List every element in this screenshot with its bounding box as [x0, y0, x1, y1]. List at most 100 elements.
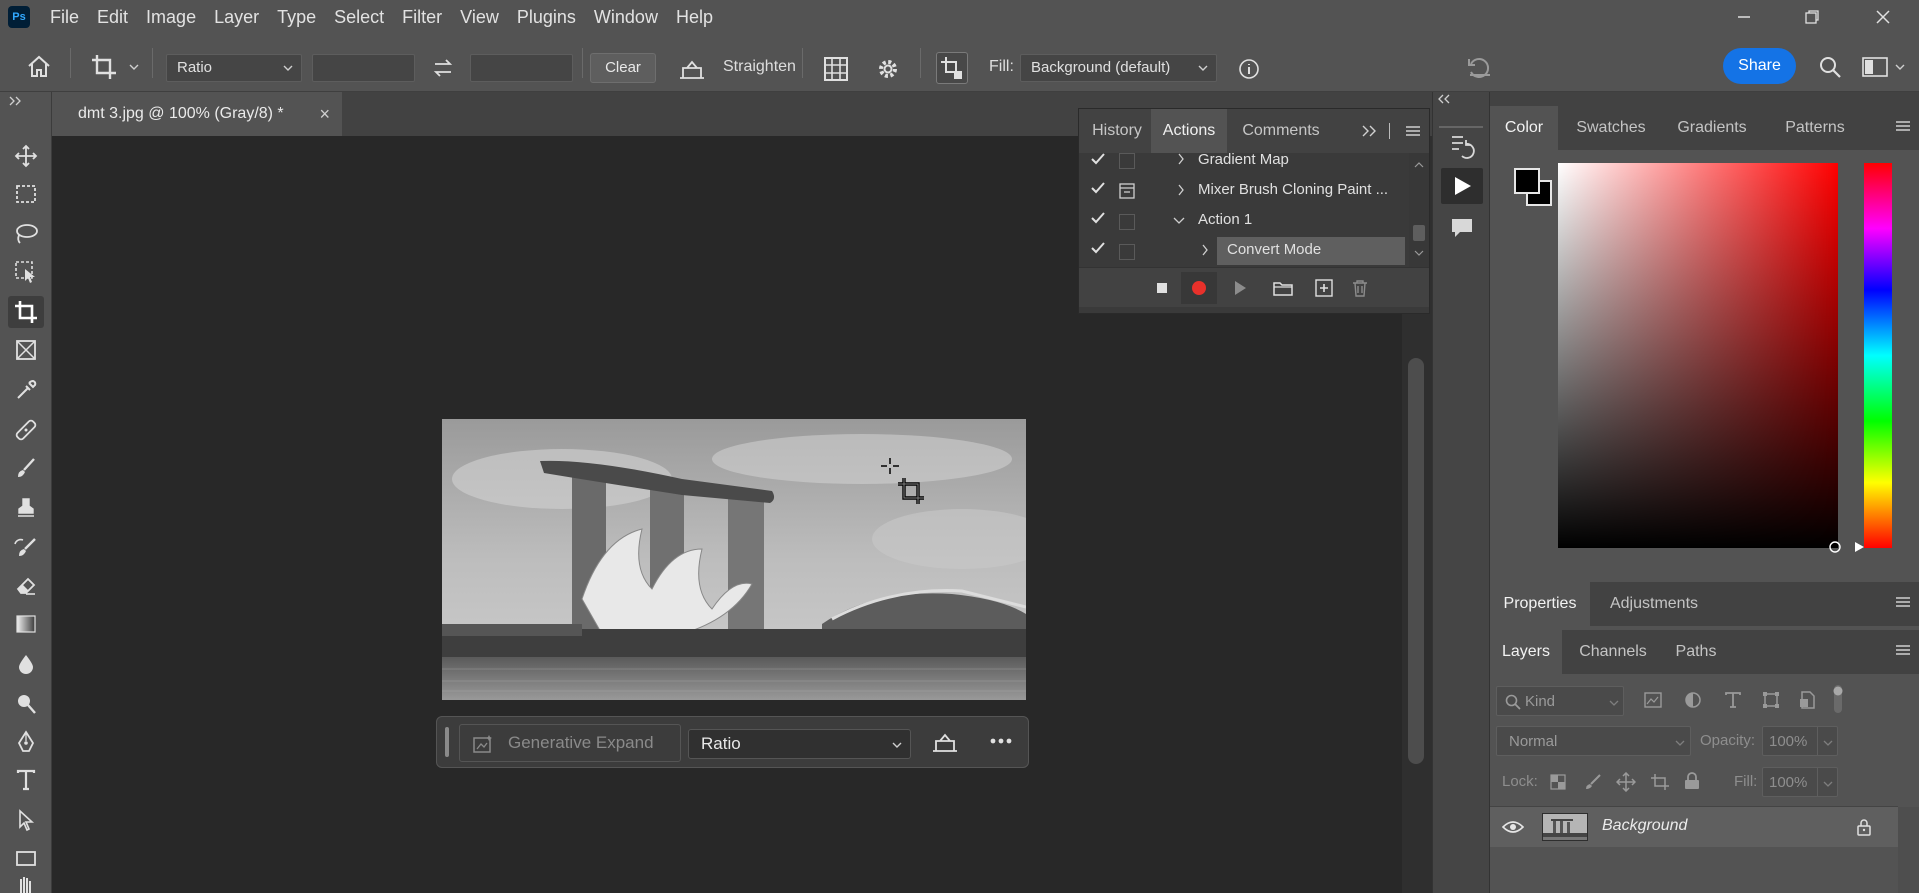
menu-file[interactable]: File	[50, 7, 79, 28]
dialog-toggle[interactable]	[1119, 244, 1135, 260]
history-panel-button[interactable]	[1445, 130, 1479, 164]
stop-button[interactable]	[1151, 276, 1173, 300]
lock-transparent-pixels-icon[interactable]	[1550, 774, 1566, 790]
pen-tool[interactable]	[8, 726, 44, 758]
delete-button[interactable]	[1349, 276, 1371, 300]
check-icon[interactable]	[1091, 212, 1105, 224]
home-icon[interactable]	[26, 54, 52, 80]
layer-filter-select[interactable]: Kind	[1496, 686, 1624, 716]
menu-edit[interactable]: Edit	[97, 7, 128, 28]
eraser-tool[interactable]	[8, 570, 44, 602]
menu-help[interactable]: Help	[676, 7, 713, 28]
minimize-button[interactable]	[1712, 0, 1776, 34]
tab-comments[interactable]: Comments	[1231, 109, 1331, 153]
comments-panel-button[interactable]	[1445, 212, 1479, 244]
share-button[interactable]: Share	[1723, 48, 1796, 84]
rectangle-tool[interactable]	[8, 842, 44, 874]
menu-window[interactable]: Window	[594, 7, 658, 28]
tab-color[interactable]: Color	[1490, 106, 1558, 150]
collapse-panel-icon[interactable]	[1437, 94, 1453, 104]
type-tool[interactable]	[8, 764, 44, 796]
dialog-toggle[interactable]	[1119, 153, 1135, 169]
search-icon[interactable]	[1818, 55, 1842, 79]
play-button[interactable]	[1229, 276, 1251, 300]
layer-row-background[interactable]: Background	[1490, 807, 1898, 847]
scroll-down-icon[interactable]	[1414, 249, 1424, 257]
lasso-tool[interactable]	[8, 218, 44, 250]
scrollbar-thumb[interactable]	[1408, 358, 1424, 764]
document-tab[interactable]: dmt 3.jpg @ 100% (Gray/8) * ×	[52, 92, 342, 136]
panel-menu-icon[interactable]	[1405, 125, 1421, 137]
tab-actions[interactable]: Actions	[1151, 109, 1227, 153]
close-window-button[interactable]	[1851, 0, 1915, 34]
menu-image[interactable]: Image	[146, 7, 196, 28]
tab-swatches[interactable]: Swatches	[1566, 106, 1656, 150]
workspace-icon[interactable]	[1862, 57, 1888, 77]
overlay-grid-icon[interactable]	[823, 56, 849, 82]
check-icon[interactable]	[1091, 153, 1105, 165]
history-brush-tool[interactable]	[8, 532, 44, 564]
new-set-button[interactable]	[1271, 276, 1295, 300]
swap-icon[interactable]	[432, 57, 454, 79]
ratio-select[interactable]: Ratio	[166, 54, 302, 82]
menu-plugins[interactable]: Plugins	[517, 7, 576, 28]
tab-adjustments[interactable]: Adjustments	[1594, 582, 1714, 626]
tab-layers[interactable]: Layers	[1490, 630, 1562, 674]
brush-tool[interactable]	[8, 452, 44, 484]
filter-shape-icon[interactable]	[1762, 691, 1780, 709]
chevron-right-icon[interactable]	[1177, 153, 1185, 165]
crop-tool[interactable]	[8, 296, 44, 328]
filter-adjustment-icon[interactable]	[1684, 691, 1702, 709]
crop-tool-preset-icon[interactable]	[90, 53, 118, 81]
info-icon[interactable]	[1238, 58, 1260, 80]
blend-mode-select[interactable]: Normal	[1496, 726, 1691, 756]
chevron-down-icon[interactable]	[128, 63, 140, 71]
record-button[interactable]	[1181, 272, 1217, 304]
frame-tool[interactable]	[8, 334, 44, 366]
tab-patterns[interactable]: Patterns	[1766, 106, 1864, 150]
opacity-input[interactable]: 100%	[1762, 726, 1838, 756]
panel-menu-icon[interactable]	[1895, 644, 1911, 656]
tab-history[interactable]: History	[1083, 109, 1151, 153]
color-field[interactable]	[1558, 163, 1841, 553]
fill-select[interactable]: Background (default)	[1020, 54, 1217, 82]
fill-input[interactable]: 100%	[1762, 767, 1838, 797]
ratio-height-input[interactable]	[470, 54, 573, 82]
chevron-down-icon[interactable]	[1173, 217, 1185, 225]
action-row[interactable]: Action 1	[1079, 206, 1409, 236]
gear-icon[interactable]	[876, 57, 900, 81]
ratio-select-contextual[interactable]: Ratio	[688, 729, 911, 759]
clone-stamp-tool[interactable]	[8, 492, 44, 524]
filter-type-icon[interactable]	[1724, 691, 1742, 709]
layer-name[interactable]: Background	[1602, 817, 1687, 835]
close-document-icon[interactable]: ×	[319, 104, 330, 125]
dodge-tool[interactable]	[8, 688, 44, 720]
straighten-button[interactable]: Straighten	[723, 58, 796, 76]
foreground-color-swatch[interactable]	[1514, 168, 1540, 194]
lock-image-pixels-icon[interactable]	[1584, 773, 1602, 791]
tab-properties[interactable]: Properties	[1490, 582, 1590, 626]
check-icon[interactable]	[1091, 242, 1105, 254]
hue-slider-handle[interactable]	[1854, 541, 1866, 553]
dialog-toggle[interactable]	[1119, 214, 1135, 230]
menu-layer[interactable]: Layer	[214, 7, 259, 28]
collapse-panel-icon[interactable]	[8, 96, 24, 106]
delete-cropped-pixels-toggle[interactable]	[936, 52, 968, 84]
panel-menu-icon[interactable]	[1895, 120, 1911, 132]
more-options-icon[interactable]	[989, 737, 1013, 745]
restore-button[interactable]	[1780, 0, 1844, 34]
filter-pixel-icon[interactable]	[1644, 692, 1662, 708]
tab-gradients[interactable]: Gradients	[1658, 106, 1766, 150]
straighten-icon[interactable]	[678, 58, 706, 80]
object-selection-tool[interactable]	[8, 256, 44, 288]
document-image[interactable]	[442, 419, 1026, 700]
clear-button[interactable]: Clear	[590, 53, 656, 83]
tab-paths[interactable]: Paths	[1660, 630, 1732, 674]
path-selection-tool[interactable]	[8, 804, 44, 836]
action-row[interactable]: Mixer Brush Cloning Paint ...	[1079, 176, 1409, 206]
reset-crop-icon[interactable]	[1466, 55, 1494, 81]
filter-smart-object-icon[interactable]	[1798, 691, 1816, 709]
straighten-icon[interactable]	[931, 731, 959, 753]
eyedropper-tool[interactable]	[8, 374, 44, 406]
gradient-tool[interactable]	[8, 608, 44, 640]
